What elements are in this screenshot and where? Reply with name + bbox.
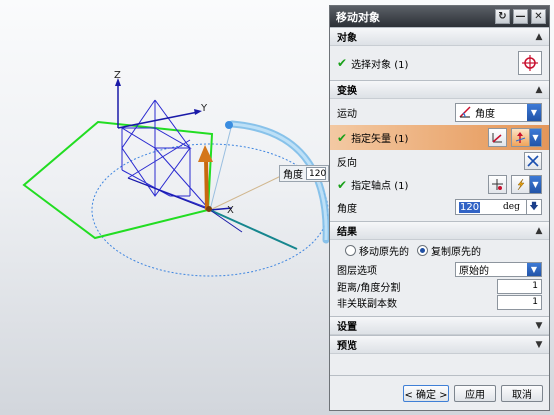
- check-icon: ✔: [337, 56, 348, 70]
- distance-split-label: 距离/角度分割: [337, 282, 401, 294]
- crosshair-icon: [522, 55, 538, 71]
- select-object-label: 选择对象 (1): [351, 59, 409, 71]
- minimize-icon[interactable]: —: [513, 9, 528, 24]
- motion-row: 运动 角度 ▼: [330, 99, 549, 125]
- angle-tip-field[interactable]: 120: [306, 167, 326, 180]
- angle-field[interactable]: 120 deg 🡇: [455, 199, 542, 215]
- check-icon: ✔: [337, 130, 348, 145]
- angle-arc: [228, 120, 330, 244]
- layer-option-value: 原始的: [459, 265, 489, 277]
- specify-vector-row[interactable]: ✔ 指定矢量 (1) ▼: [330, 125, 549, 150]
- layer-option-label: 图层选项: [337, 265, 377, 277]
- dialog-titlebar: 移动对象 ↻ — ✕: [330, 6, 549, 27]
- vector-dialog-button[interactable]: [488, 128, 507, 147]
- arrow-down-icon[interactable]: 🡇: [526, 200, 541, 214]
- apply-button[interactable]: 应用: [454, 384, 496, 402]
- inferred-vector-button[interactable]: [511, 128, 530, 147]
- move-original-radio[interactable]: [345, 244, 356, 256]
- ok-button[interactable]: < 确定 >: [403, 384, 449, 402]
- copies-row: 非关联副本数 1: [330, 294, 549, 311]
- layer-option-select[interactable]: 原始的 ▼: [455, 261, 542, 277]
- chevron-up-icon[interactable]: ▲: [532, 85, 546, 95]
- point-constructor-icon: [492, 179, 503, 190]
- angle-value[interactable]: 120: [459, 201, 481, 213]
- settings-section-header[interactable]: 设置 ▼: [330, 316, 549, 335]
- select-object-button[interactable]: [518, 51, 542, 75]
- result-section-header[interactable]: 结果 ▲: [330, 221, 549, 240]
- point-dialog-button[interactable]: [488, 175, 507, 194]
- axis-z-label: Z: [114, 70, 121, 81]
- transform-section-title: 变换: [337, 86, 357, 97]
- datum-axes: [115, 78, 233, 211]
- inferred-vector-icon: [515, 132, 526, 143]
- copies-field[interactable]: 1: [497, 295, 542, 310]
- vector-constructor-icon: [492, 133, 502, 143]
- object-section-header[interactable]: 对象 ▲: [330, 27, 549, 46]
- pivot-point: [206, 206, 212, 212]
- wireframe-copy: [121, 99, 209, 209]
- chevron-down-icon: ▼: [527, 103, 541, 121]
- cancel-button[interactable]: 取消: [501, 384, 543, 402]
- select-object-row: ✔ 选择对象 (1): [330, 46, 549, 80]
- reverse-row: 反向: [330, 150, 549, 172]
- angle-motion-icon: [459, 106, 471, 118]
- check-icon: ✔: [337, 177, 348, 192]
- axis-x-label: X: [227, 205, 234, 216]
- angle-input-tip[interactable]: 角度 120: [279, 165, 329, 182]
- result-section-title: 结果: [337, 227, 357, 238]
- move-original-label: 移动原先的: [359, 246, 409, 258]
- specify-pivot-row[interactable]: ✔ 指定轴点 (1) ▼: [330, 172, 549, 197]
- chevron-down-icon[interactable]: ▼: [532, 340, 546, 350]
- copy-original-label: 复制原先的: [431, 246, 481, 258]
- settings-section-title: 设置: [337, 322, 357, 333]
- motion-value: 角度: [475, 108, 495, 120]
- chevron-down-icon: ▼: [527, 262, 541, 276]
- reverse-direction-icon: [527, 155, 539, 167]
- chevron-down-icon[interactable]: ▼: [530, 175, 542, 194]
- reverse-label: 反向: [337, 157, 357, 169]
- result-mode-row: 移动原先的 复制原先的: [330, 240, 549, 260]
- motion-select[interactable]: 角度 ▼: [455, 102, 542, 122]
- layer-option-row: 图层选项 原始的 ▼: [330, 260, 549, 278]
- preview-section-title: 预览: [337, 341, 357, 352]
- chevron-down-icon[interactable]: ▼: [530, 128, 542, 147]
- transform-section-header[interactable]: 变换 ▲: [330, 80, 549, 99]
- angle-label: 角度: [337, 203, 357, 215]
- preview-section-header[interactable]: 预览 ▼: [330, 335, 549, 354]
- distance-split-row: 距离/角度分割 1: [330, 278, 549, 294]
- dialog-footer: < 确定 > 应用 取消: [330, 375, 549, 410]
- distance-split-field[interactable]: 1: [497, 278, 542, 294]
- inferred-point-button[interactable]: [511, 175, 530, 194]
- specify-pivot-label: 指定轴点 (1): [351, 181, 409, 192]
- reset-icon[interactable]: ↻: [495, 9, 510, 24]
- inferred-point-icon: [517, 178, 525, 191]
- arc-handle: [225, 121, 233, 129]
- angle-tip-label: 角度: [283, 170, 303, 181]
- angle-row: 角度 120 deg 🡇: [330, 197, 549, 217]
- specify-vector-label: 指定矢量 (1): [351, 134, 409, 145]
- chevron-down-icon[interactable]: ▼: [532, 321, 546, 331]
- reverse-direction-button[interactable]: [524, 152, 542, 170]
- copies-label: 非关联副本数: [337, 299, 397, 310]
- axis-y-label: Y: [200, 103, 208, 114]
- rotation-vector: [209, 209, 298, 250]
- close-icon[interactable]: ✕: [531, 9, 546, 24]
- move-object-dialog: 移动对象 ↻ — ✕ 对象 ▲ ✔ 选择对象 (1) 变换 ▲ 运动 角度 ▼ …: [329, 5, 550, 411]
- angle-radial-line: [209, 174, 284, 211]
- motion-label: 运动: [337, 108, 357, 120]
- dialog-title: 移动对象: [336, 10, 380, 24]
- angle-unit: deg: [503, 202, 520, 212]
- object-section-title: 对象: [337, 33, 357, 44]
- copy-original-radio[interactable]: [417, 244, 428, 256]
- chevron-up-icon[interactable]: ▲: [532, 226, 546, 236]
- chevron-up-icon[interactable]: ▲: [532, 32, 546, 42]
